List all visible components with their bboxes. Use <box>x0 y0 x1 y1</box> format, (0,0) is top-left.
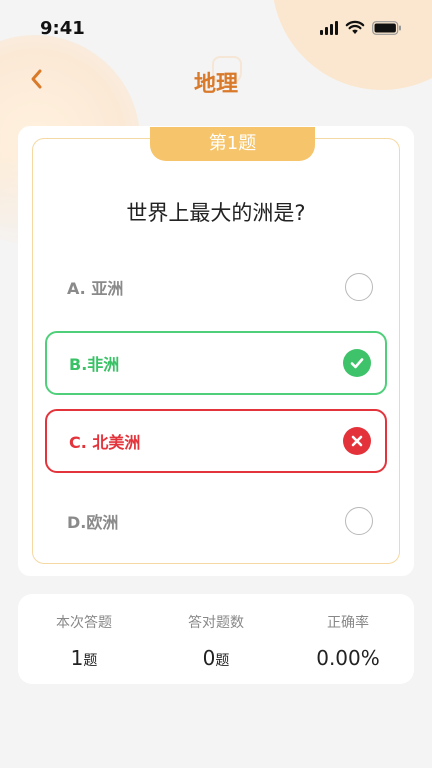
radio-unselected-icon <box>345 273 373 301</box>
stat-correct-value: 0 <box>202 646 216 670</box>
stat-correct-count: 答对题数 0题 <box>188 615 244 670</box>
option-d[interactable]: D.欧洲 <box>45 489 387 553</box>
option-a-label: A. 亚洲 <box>67 279 124 298</box>
status-bar: 9:41 <box>0 0 432 56</box>
page-title: 地理 <box>193 72 238 97</box>
stat-answered-unit: 题 <box>83 653 98 669</box>
stat-accuracy-value: 0.00% <box>316 646 380 670</box>
status-icons <box>320 20 402 35</box>
option-a[interactable]: A. 亚洲 <box>45 255 387 319</box>
option-b-label: B.非洲 <box>69 355 120 374</box>
stat-answered-value: 1 <box>70 646 84 670</box>
stats-panel: 本次答题 1题 答对题数 0题 正确率 0.00% <box>18 594 414 684</box>
question-text: 世界上最大的洲是? <box>126 201 306 225</box>
option-c[interactable]: C. 北美洲 <box>45 409 387 473</box>
stat-answered: 本次答题 1题 <box>56 615 112 670</box>
status-time: 9:41 <box>40 18 85 39</box>
signal-icon <box>320 20 338 35</box>
radio-unselected-icon <box>345 507 373 535</box>
check-icon <box>343 349 371 377</box>
navigation-bar: 地理 <box>0 56 432 104</box>
close-icon <box>343 427 371 455</box>
option-b[interactable]: B.非洲 <box>45 331 387 395</box>
stat-accuracy: 正确率 0.00% <box>316 615 380 670</box>
question-number-badge: 第1题 <box>150 127 315 161</box>
wifi-icon <box>345 20 365 34</box>
battery-icon <box>372 20 401 35</box>
stat-correct-unit: 题 <box>215 653 230 669</box>
option-d-label: D.欧洲 <box>67 513 119 532</box>
question-frame: 第1题 世界上最大的洲是? A. 亚洲 B.非洲 C. 北美洲 D.欧洲 <box>32 127 400 564</box>
question-card: 第1题 世界上最大的洲是? A. 亚洲 B.非洲 C. 北美洲 D.欧洲 <box>18 126 414 576</box>
option-c-label: C. 北美洲 <box>69 433 141 452</box>
